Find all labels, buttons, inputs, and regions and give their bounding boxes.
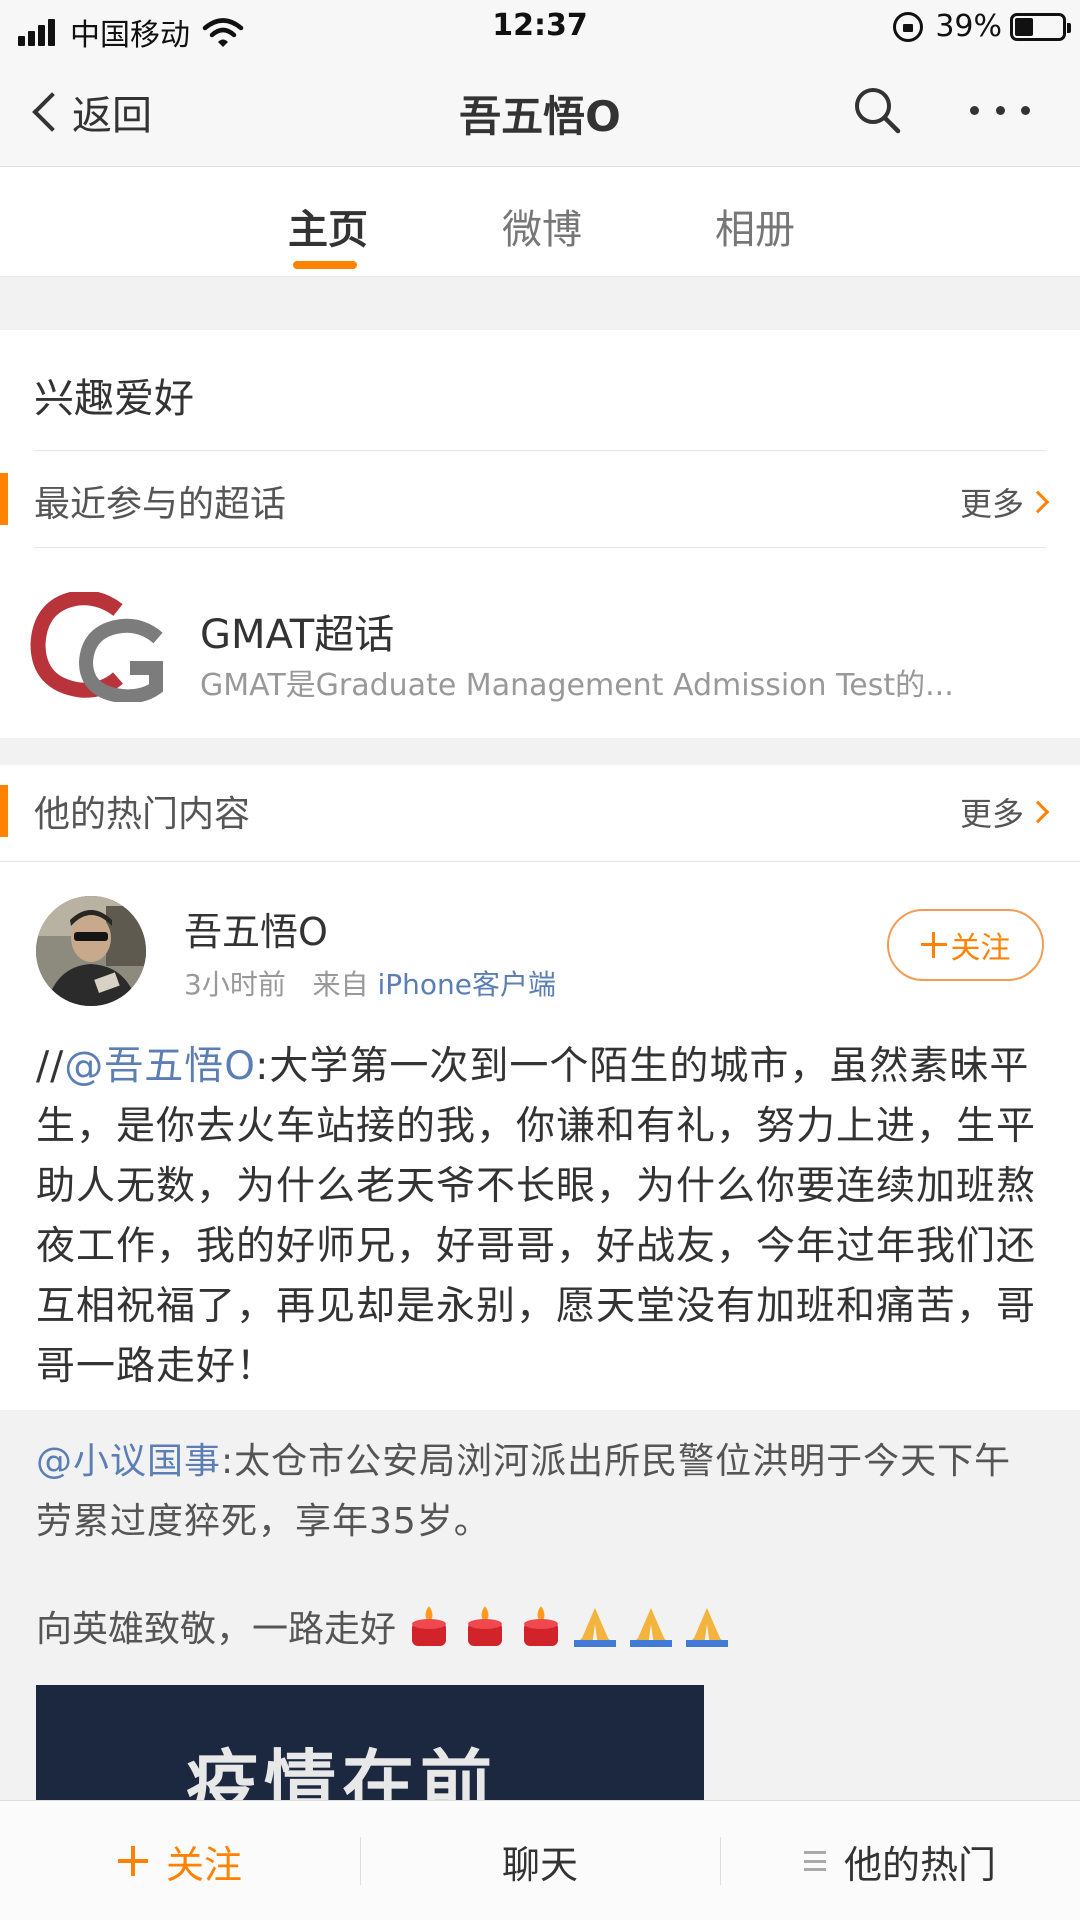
post-author[interactable]: 吾五悟O — [184, 901, 328, 956]
candle-emoji-icon — [468, 1606, 503, 1646]
battery-fill — [1015, 17, 1033, 36]
profile-tabs: 主页 微博 相册 — [0, 167, 1080, 277]
post-from-prefix: 来自 — [312, 968, 369, 1001]
tribute-text: 向英雄致敬，一路走好 — [36, 1609, 397, 1650]
hot-content-card: 他的热门内容 更多 吾五悟O 3小时前 来自 iPhone客户端 关注 //@吾… — [0, 765, 1080, 1800]
more-label: 更多 — [959, 795, 1024, 833]
bottom-follow-label: 关注 — [165, 1842, 242, 1887]
list-icon — [803, 1851, 826, 1871]
post-mention[interactable]: @吾五悟O — [64, 1044, 255, 1089]
post-text: //@吾五悟O:大学第一次到一个陌生的城市，虽然素昧平生，是你去火车站接的我，你… — [36, 1037, 1046, 1397]
plus-icon — [920, 932, 947, 958]
post-text-prefix: // — [36, 1044, 65, 1089]
supertopic-section-header: 最近参与的超话 更多 — [0, 451, 1080, 547]
supertopic-more-link[interactable]: 更多 — [959, 479, 1050, 525]
bottom-hot-button[interactable]: 他的热门 — [720, 1801, 1080, 1920]
page-title: 吾五悟O — [459, 92, 621, 141]
section-gap — [0, 738, 1080, 765]
more-icon[interactable] — [970, 95, 1030, 125]
active-tab-indicator — [293, 261, 357, 269]
follow-label: 关注 — [950, 931, 1011, 966]
tab-weibo[interactable]: 微博 — [502, 197, 582, 255]
supertopic-section-label: 最近参与的超话 — [34, 484, 287, 525]
repost-mention[interactable]: @小议国事 — [36, 1441, 221, 1482]
more-label: 更多 — [959, 485, 1024, 523]
battery-icon — [1010, 12, 1071, 41]
interests-title: 兴趣爱好 — [34, 376, 194, 422]
nav-bar: 返回 吾五悟O — [0, 55, 1080, 167]
chevron-right-icon — [1026, 800, 1050, 824]
hot-section-header: 他的热门内容 更多 — [0, 765, 1080, 861]
section-accent-bar — [0, 473, 8, 525]
bottom-toolbar: 关注 聊天 他的热门 — [0, 1800, 1080, 1920]
post-image[interactable]: 疫情在前 — [36, 1685, 704, 1800]
praying-hands-emoji-icon — [686, 1608, 729, 1647]
supertopic-item-gmat[interactable]: GMAT超话 GMAT是Graduate Management Admissio… — [0, 562, 1080, 738]
praying-hands-emoji-icon — [630, 1608, 673, 1647]
interests-card: 兴趣爱好 最近参与的超话 更多 GMAT超话 GMAT是Graduate Man… — [0, 330, 1080, 738]
battery-percent: 39% — [935, 9, 1002, 44]
section-accent-bar — [0, 785, 8, 837]
tab-album[interactable]: 相册 — [715, 197, 795, 255]
post-body: :大学第一次到一个陌生的城市，虽然素昧平生，是你去火车站接的我，你谦和有礼，努力… — [36, 1044, 1037, 1389]
bottom-follow-button[interactable]: 关注 — [0, 1801, 360, 1920]
hot-section-label: 他的热门内容 — [34, 794, 251, 835]
plus-icon — [117, 1846, 148, 1876]
bottom-chat-label: 聊天 — [501, 1842, 578, 1887]
orientation-lock-icon — [893, 11, 924, 42]
status-bar: 中国移动 12:37 39% — [0, 0, 1080, 55]
avatar[interactable] — [36, 896, 146, 1006]
praying-hands-emoji-icon — [574, 1608, 617, 1647]
repost-tribute: 向英雄致敬，一路走好 — [36, 1600, 732, 1652]
repost-text: @小议国事:太仓市公安局浏河派出所民警位洪明于今天下午劳累过度猝死，享年35岁。 — [36, 1432, 1046, 1552]
hot-more-link[interactable]: 更多 — [959, 789, 1050, 835]
gmat-logo-icon — [30, 592, 163, 702]
status-right: 39% — [893, 9, 1071, 44]
post-meta: 3小时前 来自 iPhone客户端 — [184, 963, 556, 1003]
post-source[interactable]: iPhone客户端 — [377, 968, 556, 1001]
post-time: 3小时前 — [184, 968, 286, 1001]
follow-button[interactable]: 关注 — [887, 909, 1044, 981]
divider — [34, 547, 1046, 548]
section-gap — [0, 277, 1080, 330]
supertopic-title: GMAT超话 — [200, 612, 395, 658]
candle-emoji-icon — [412, 1606, 447, 1646]
bottom-chat-button[interactable]: 聊天 — [360, 1801, 720, 1920]
bottom-hot-label: 他的热门 — [843, 1842, 996, 1887]
chevron-right-icon — [1026, 490, 1050, 514]
candle-emoji-icon — [524, 1606, 559, 1646]
post-image-text: 疫情在前 — [186, 1741, 499, 1800]
supertopic-description: GMAT是Graduate Management Admission Test的… — [200, 668, 954, 703]
search-icon[interactable] — [852, 85, 902, 135]
tab-home[interactable]: 主页 — [288, 197, 368, 255]
